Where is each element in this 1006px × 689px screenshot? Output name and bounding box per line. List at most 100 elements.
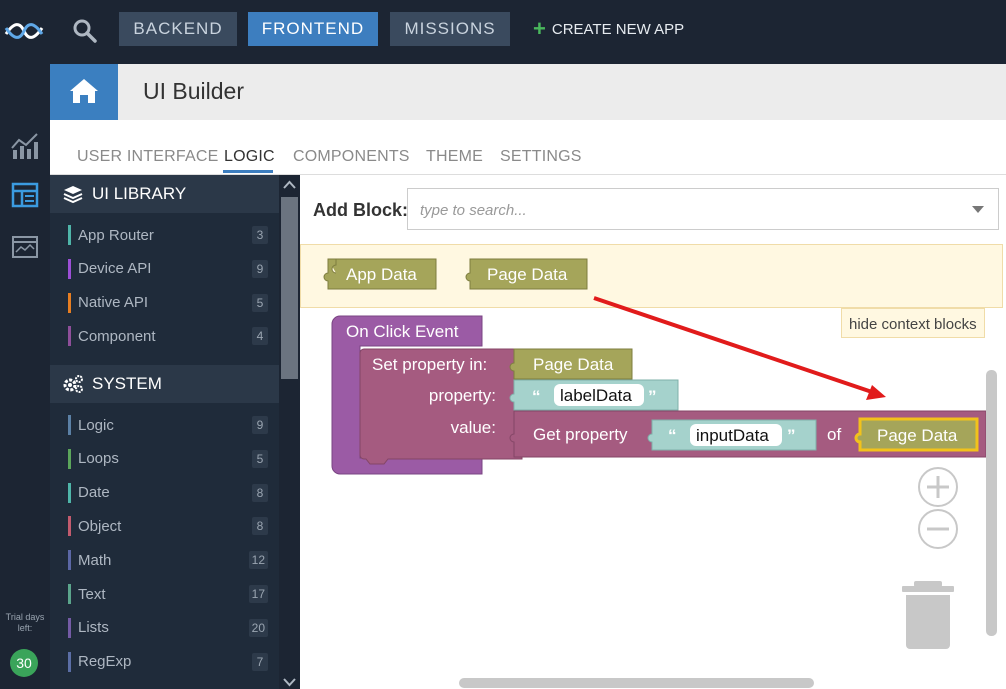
library-item-count: 8 (252, 517, 268, 536)
create-app-label: CREATE NEW APP (551, 20, 685, 38)
page-title: UI Builder (143, 78, 244, 104)
library-item-device-api[interactable]: Device API 9 (68, 258, 268, 280)
library-item-regexp[interactable]: RegExp 7 (68, 651, 268, 673)
library-item-label: RegExp (78, 653, 132, 671)
library-item-date[interactable]: Date 8 (68, 482, 268, 504)
library-item-label: Component (78, 327, 156, 345)
scroll-down-icon[interactable] (279, 672, 300, 689)
search-icon[interactable] (72, 18, 98, 44)
value-label: value: (451, 418, 496, 437)
library-item-component[interactable]: Component 4 (68, 325, 268, 347)
plus-icon: + (533, 16, 546, 41)
zoom-out-icon[interactable] (918, 509, 958, 549)
workspace-horizontal-scrollbar[interactable] (459, 678, 814, 688)
close-quote-icon: ” (648, 387, 657, 406)
tab-logic[interactable]: LOGIC (224, 148, 275, 166)
library-item-count: 20 (248, 618, 268, 637)
home-button[interactable] (50, 64, 118, 120)
library-item-object[interactable]: Object 8 (68, 515, 268, 537)
set-target-page-data-block[interactable]: Page Data (509, 348, 633, 380)
library-item-label: Device API (78, 260, 152, 278)
library-item-label: Text (78, 585, 106, 603)
open-quote-icon: “ (668, 426, 677, 445)
tabs-bar: USER INTERFACE LOGIC COMPONENTS THEME SE… (50, 120, 1006, 175)
system-header[interactable]: SYSTEM (50, 365, 279, 403)
app-data-label: App Data (346, 265, 417, 284)
tab-components[interactable]: COMPONENTS (293, 148, 410, 166)
property-value: labelData (560, 386, 632, 405)
create-new-app-button[interactable]: + CREATE NEW APP (533, 18, 684, 40)
nav-missions-button[interactable]: MISSIONS (390, 12, 510, 46)
close-quote-icon: ” (787, 426, 796, 445)
blocks-canvas: App Data Page Data On Click Event Set pr… (323, 258, 987, 649)
library-item-label: Lists (78, 619, 109, 637)
logic-workspace[interactable]: Add Block: type to search... hide contex… (300, 175, 1006, 689)
category-color-bar (68, 550, 71, 571)
app-data-context-block[interactable]: App Data (323, 258, 437, 290)
library-item-app-router[interactable]: App Router 3 (68, 224, 268, 246)
property-text-block[interactable]: “ labelData ” (509, 379, 679, 411)
tab-user-interface[interactable]: USER INTERFACE (77, 148, 219, 166)
library-item-math[interactable]: Math 12 (68, 549, 268, 571)
nav-frontend-button[interactable]: FRONTEND (248, 12, 378, 46)
tab-settings[interactable]: SETTINGS (500, 148, 582, 166)
app-logo-icon[interactable] (4, 14, 44, 48)
category-color-bar (68, 258, 71, 279)
trash-icon[interactable] (902, 581, 954, 649)
library-item-count: 4 (252, 327, 268, 346)
workspace-vertical-scrollbar[interactable] (986, 370, 997, 636)
of-target-page-data-block[interactable]: Page Data (854, 417, 979, 452)
library-item-logic[interactable]: Logic 9 (68, 414, 268, 436)
of-label: of (827, 425, 841, 444)
trial-label: Trial days left: (5, 612, 45, 633)
library-scrollbar[interactable] (279, 175, 300, 689)
page-header: UI Builder (118, 64, 1006, 120)
library-item-text[interactable]: Text 17 (68, 583, 268, 605)
set-property-block[interactable]: Set property in: property: value: (359, 348, 523, 465)
ui-builder-icon[interactable] (10, 180, 40, 210)
library-item-count: 12 (248, 551, 268, 570)
category-color-bar (68, 225, 71, 245)
library-item-native-api[interactable]: Native API 5 (68, 292, 268, 314)
of-target-label: Page Data (877, 426, 958, 445)
library-item-lists[interactable]: Lists 20 (68, 617, 268, 639)
category-color-bar (68, 617, 71, 638)
category-color-bar (68, 516, 71, 537)
category-color-bar (68, 651, 71, 672)
nav-backend-button[interactable]: BACKEND (119, 12, 237, 46)
library-item-count: 9 (252, 416, 268, 434)
library-item-count: 5 (252, 293, 268, 312)
category-color-bar (68, 482, 71, 503)
category-color-bar (68, 584, 71, 604)
library-item-count: 5 (252, 449, 268, 468)
gears-icon (63, 375, 83, 393)
library-item-loops[interactable]: Loops 5 (68, 448, 268, 470)
library-item-count: 9 (252, 259, 268, 278)
analytics-icon[interactable] (10, 130, 40, 160)
library-item-label: Native API (78, 294, 149, 312)
library-item-label: Math (78, 551, 112, 569)
property-label: property: (429, 386, 496, 405)
ui-library-title: UI LIBRARY (92, 184, 187, 203)
set-target-label: Page Data (533, 355, 614, 374)
library-scroll-thumb[interactable] (281, 197, 298, 379)
page-data-context-label: Page Data (487, 265, 568, 284)
trial-days-badge[interactable]: 30 (10, 649, 38, 677)
ui-library-header[interactable]: UI LIBRARY (50, 175, 279, 213)
tab-theme[interactable]: THEME (426, 148, 483, 166)
library-item-count: 8 (252, 483, 268, 502)
left-rail (0, 64, 50, 689)
system-title: SYSTEM (92, 374, 162, 393)
preview-icon[interactable] (10, 232, 40, 262)
open-quote-icon: “ (532, 387, 541, 406)
library-item-label: Date (78, 484, 110, 502)
page-data-context-block[interactable]: Page Data (465, 258, 588, 290)
block-library: UI LIBRARY App Router 3 Device API 9 Native … (50, 175, 279, 689)
on-click-event-title: On Click Event (346, 322, 459, 341)
zoom-in-icon[interactable] (918, 467, 958, 507)
scroll-up-icon[interactable] (279, 175, 300, 195)
category-color-bar (68, 448, 71, 469)
library-item-label: Loops (78, 450, 119, 468)
library-item-count: 3 (252, 226, 268, 244)
get-value-text-block[interactable]: “ inputData ” (647, 419, 817, 451)
